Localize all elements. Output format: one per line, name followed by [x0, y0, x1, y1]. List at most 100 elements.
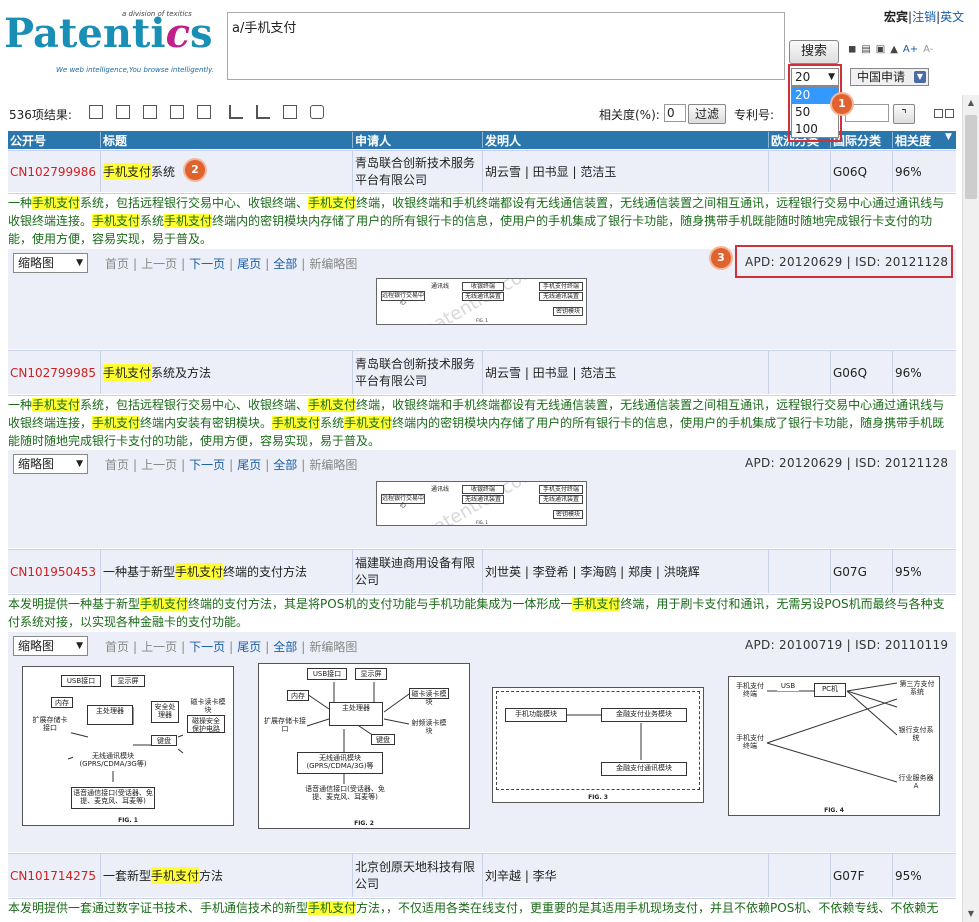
highlight-term: 手机支付	[140, 597, 188, 611]
view-mode-select[interactable]: 缩略图▼	[13, 253, 88, 273]
filter-button[interactable]: 过滤	[688, 104, 726, 124]
pager-new-thumb[interactable]: 新编略图	[309, 458, 357, 472]
relevance-input[interactable]: 0	[664, 104, 686, 122]
annotation-badge-1: 1	[832, 94, 852, 114]
tree-icon[interactable]	[283, 105, 297, 119]
country-select[interactable]: 中国申请▼	[850, 68, 929, 86]
scroll-down-icon[interactable]: ▼	[963, 906, 979, 922]
map-icon[interactable]	[310, 105, 324, 119]
english-link[interactable]: 英文	[940, 10, 964, 24]
fig-box: 手机支付终端	[539, 485, 583, 494]
pub-no-link[interactable]: CN102799985	[8, 351, 100, 394]
title-cell[interactable]: 一套新型手机支付方法	[100, 854, 352, 897]
fig-box: 键盘	[371, 734, 395, 745]
pager-last[interactable]: 尾页	[237, 640, 261, 654]
pager-first[interactable]: 首页	[105, 257, 129, 271]
vertical-scrollbar[interactable]: ▲ ▼	[962, 95, 979, 922]
pub-no-link[interactable]: CN101950453	[8, 550, 100, 593]
thumbnail-pager: 首页|上一页|下一页|尾页|全部|新编略图	[105, 456, 357, 473]
tool-icon-4[interactable]: ▲	[890, 44, 898, 55]
title-cell[interactable]: 手机支付系统及方法	[100, 351, 352, 394]
patent-figure-thumbnail[interactable]: patentics.com 远程银行交易中心 通讯线 收银终端 无线通讯装置 手…	[376, 278, 587, 325]
title-cell[interactable]: 手机支付系统	[100, 151, 352, 192]
patent-figure-3[interactable]: 手机功能模块 金融支付业务模块 金融支付通讯模块 FIG. 3	[492, 687, 704, 803]
tool-icon-1[interactable]: ◼	[848, 44, 856, 55]
chevron-down-icon: ▼	[76, 637, 83, 655]
bar-chart-icon[interactable]	[229, 105, 243, 119]
search-input[interactable]: a/手机支付	[227, 12, 785, 80]
pager-first[interactable]: 首页	[105, 458, 129, 472]
pager-next[interactable]: 下一页	[189, 458, 225, 472]
col-title[interactable]: 标题	[100, 132, 352, 148]
fig-box: 无线通讯模块 (GPRS/CDMA/3G等)	[73, 751, 153, 771]
view-list-icon[interactable]	[89, 105, 103, 119]
abstract-segment: 本发明提供一套通过数字证书技术、手机通信技术的新型	[8, 901, 308, 915]
table-row: CN102799986 手机支付系统 青岛联合创新技术服务平台有限公司 胡云雪 …	[8, 150, 956, 192]
pager-prev[interactable]: 上一页	[141, 640, 177, 654]
pager-first[interactable]: 首页	[105, 640, 129, 654]
title-cell[interactable]: 一种基于新型手机支付终端的支付方法	[100, 550, 352, 593]
fig-box: 内存	[287, 690, 309, 701]
fig-caption: FIG. 2	[259, 820, 469, 827]
pager-next[interactable]: 下一页	[189, 257, 225, 271]
view-grid-icon[interactable]	[116, 105, 130, 119]
applicant-cell: 福建联迪商用设备有限公司	[352, 550, 482, 593]
font-larger-icon[interactable]: A+	[903, 44, 918, 55]
view-mode-select[interactable]: 缩略图▼	[13, 636, 88, 656]
mail-icon[interactable]	[143, 105, 157, 119]
pub-no-link[interactable]: CN101714275	[8, 854, 100, 897]
fig-box: 无线通讯装置	[462, 495, 504, 504]
patentics-logo[interactable]: a division of texitics Patentics We web …	[4, 8, 222, 80]
pager-all[interactable]: 全部	[273, 458, 297, 472]
logout-link[interactable]: 注销	[912, 10, 936, 24]
pub-no-link[interactable]: CN102799986	[8, 151, 100, 192]
fig-caption: FIG. 1	[467, 317, 497, 324]
inventor-cell: 胡云雪 | 田书显 | 范洁玉	[482, 151, 768, 192]
fig-box: 语音通信接口(受话器、免提、麦克风、耳麦等)	[303, 784, 387, 806]
scroll-up-icon[interactable]: ▲	[963, 95, 979, 111]
abstract-segment: 一种	[8, 196, 32, 210]
abstract-segment: 一种	[8, 398, 32, 412]
pager-all[interactable]: 全部	[273, 640, 297, 654]
view-mode-select[interactable]: 缩略图▼	[13, 454, 88, 474]
scrollbar-thumb[interactable]	[965, 115, 977, 199]
col-inventor[interactable]: 发明人	[482, 132, 768, 148]
patent-figure-4[interactable]: 手机支付终端 USB PC机 手机支付终端 第三方支付系统 银行支付系统 行业服…	[728, 676, 940, 816]
patent-figure-2[interactable]: USB接口 显示屏 内存 扩展存储卡接口 主处理器 磁卡读卡模块 射频读卡模块 …	[258, 663, 470, 829]
col-pub-no[interactable]: 公开号	[8, 132, 100, 148]
fig-caption: FIG. 1	[467, 519, 497, 526]
annotation-badge-3: 3	[711, 248, 731, 268]
pager-new-thumb[interactable]: 新编略图	[309, 640, 357, 654]
pager-new-thumb[interactable]: 新编略图	[309, 257, 357, 271]
font-smaller-icon[interactable]: A-	[923, 44, 933, 55]
chevron-down-icon: ▼	[914, 71, 926, 83]
fig-box: 键盘	[151, 735, 177, 746]
export-icon[interactable]	[170, 105, 184, 119]
patent-no-label: 专利号:	[734, 106, 774, 123]
tool-icon-2[interactable]: ▤	[861, 44, 870, 55]
chart-button[interactable]: ⌝	[893, 104, 915, 124]
result-count: 536项结果:	[9, 106, 72, 123]
pager-prev[interactable]: 上一页	[141, 257, 177, 271]
col-applicant[interactable]: 申请人	[352, 132, 482, 148]
pager-last[interactable]: 尾页	[237, 458, 261, 472]
sort-icon[interactable]: ▼	[945, 132, 952, 142]
ipc-cell: G07F	[830, 854, 892, 897]
pager-last[interactable]: 尾页	[237, 257, 261, 271]
pager-all[interactable]: 全部	[273, 257, 297, 271]
close-icon[interactable]	[945, 109, 954, 118]
fig-box: 安全处理器	[151, 701, 179, 723]
fig-box: 语音通信接口(受话器、免提、麦克风、耳麦等)	[71, 787, 155, 809]
scatter-chart-icon[interactable]	[256, 105, 270, 119]
pager-prev[interactable]: 上一页	[141, 458, 177, 472]
collapse-icon[interactable]	[934, 109, 943, 118]
print-icon[interactable]	[197, 105, 211, 119]
search-button[interactable]: 搜索	[789, 40, 839, 64]
patent-figure-thumbnail[interactable]: patentics.com 远程银行交易中心 通讯线 收银终端 无线通讯装置 手…	[376, 481, 587, 526]
pager-next[interactable]: 下一页	[189, 640, 225, 654]
highlight-term: 手机支付	[32, 196, 80, 210]
chevron-down-icon: ▼	[76, 455, 83, 473]
ecla-cell	[768, 550, 830, 593]
patent-figure-1[interactable]: USB接口 显示屏 内存 扩展存储卡接口 主处理器 安全处理器 磁卡读卡模块 磁…	[22, 666, 234, 826]
tool-icon-3[interactable]: ▣	[876, 44, 885, 55]
